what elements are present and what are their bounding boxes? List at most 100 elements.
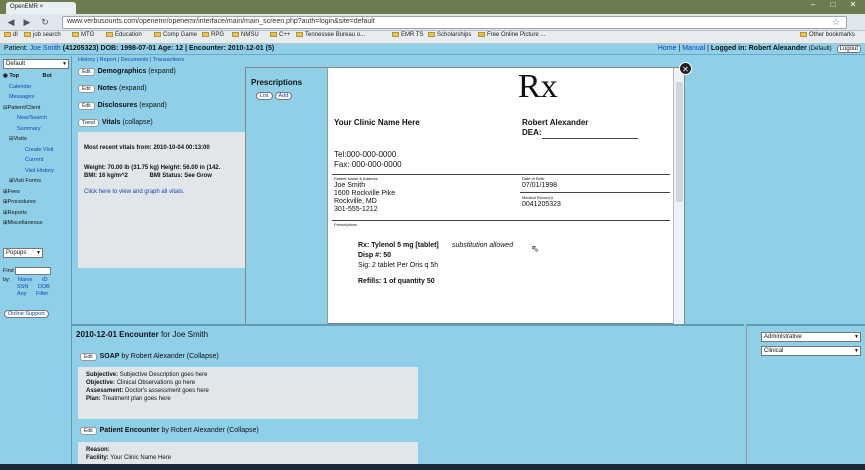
patient-address: Joe Smith 1600 Rockville Pike Rockville,… (334, 182, 396, 213)
patient-info: Patient: Joe Smith (41205323) DOB: 1998-… (4, 45, 275, 52)
find-filter[interactable]: Filter (36, 291, 48, 297)
sidebar-item-current[interactable]: Current (25, 157, 43, 163)
section-demographics: Edit Demographics (expand) (78, 68, 176, 76)
patient-name-link[interactable]: Joe Smith (30, 45, 61, 52)
expand-toggle[interactable]: (expand) (119, 85, 147, 92)
sidebar-item-fees[interactable]: Fees (8, 189, 20, 195)
left-sidebar: Default ▼ ◉ Top Bot Calendar Messages ⊟Pa… (0, 56, 72, 470)
bookmark-item[interactable]: Scholarships (428, 32, 471, 38)
find-by-dob[interactable]: DOB (38, 284, 50, 290)
browser-titlebar: OpenEMR × – □ ✕ (0, 0, 865, 14)
sidebar-item-miscellaneous[interactable]: Miscellaneous (8, 220, 43, 226)
logout-button[interactable]: Logout (836, 45, 861, 53)
soap-collapse-toggle[interactable]: by Robert Alexander (Collapse) (121, 353, 218, 360)
bookmark-item[interactable]: RPG (202, 32, 224, 38)
top-radio-label[interactable]: Top (9, 73, 19, 79)
prescription-document: Rx Your Clinic Name Here Robert Alexande… (328, 68, 674, 325)
dea-line (542, 138, 638, 139)
bookmark-item[interactable]: EMR TS (392, 32, 424, 38)
edit-button[interactable]: Edit (78, 68, 95, 76)
divider (332, 174, 670, 175)
edit-button[interactable]: Edit (78, 85, 95, 93)
other-bookmarks[interactable]: Other bookmarks (800, 32, 855, 38)
sidebar-item-visit-history[interactable]: Visit History (25, 168, 54, 174)
find-input[interactable] (15, 266, 52, 275)
edit-button[interactable]: Edit (78, 102, 95, 110)
bookmark-item[interactable]: Comp Game (154, 32, 197, 38)
mrn-value: 0041205323 (522, 201, 561, 208)
bookmark-item[interactable]: MTG (72, 32, 94, 38)
folder-icon (202, 32, 209, 37)
close-icon[interactable]: ✕ (679, 62, 692, 75)
clinic-fax: Fax: 000-000-0000 (334, 160, 402, 169)
bookmark-item[interactable]: Free Online Picture ... (478, 32, 545, 38)
sidebar-item-summary[interactable]: Summary (17, 126, 41, 132)
bookmark-item[interactable]: Education (106, 32, 142, 38)
bookmark-item[interactable]: Tennessee Bureau o... (296, 32, 365, 38)
reload-icon[interactable]: ↻ (38, 16, 52, 29)
expand-toggle[interactable]: (expand) (148, 68, 176, 75)
modal-scrollbar[interactable] (673, 68, 684, 325)
expand-toggle[interactable]: (expand) (139, 102, 167, 109)
bookmark-item[interactable]: NMSU (232, 32, 259, 38)
maximize-icon[interactable]: □ (823, 0, 843, 12)
folder-icon (296, 32, 303, 37)
browser-tab[interactable]: OpenEMR × (6, 2, 76, 14)
sidebar-item-messages[interactable]: Messages (9, 94, 34, 100)
popups-select[interactable]: Popups ▼ (3, 248, 43, 258)
list-button[interactable]: List (256, 92, 273, 100)
patient-details: (41205323) DOB: 1998-07-01 Age: 12 | Enc… (62, 45, 275, 52)
online-support-button[interactable]: Online Support (4, 310, 49, 318)
scroll-thumb[interactable] (676, 82, 683, 202)
section-vitals: Trend Vitals (collapse) (78, 119, 153, 127)
category-select-administrative[interactable]: Administrative ▼ (761, 332, 861, 342)
trend-button[interactable]: Trend (78, 119, 99, 127)
manual-link[interactable]: Manual (682, 45, 705, 52)
find-by-any[interactable]: Any (17, 291, 26, 297)
close-window-icon[interactable]: ✕ (843, 0, 863, 12)
pe-collapse-toggle[interactable]: by Robert Alexander (Collapse) (161, 427, 258, 434)
find-by-name[interactable]: Name (18, 277, 33, 283)
divider (520, 192, 670, 193)
category-select-clinical[interactable]: Clinical ▼ (761, 346, 861, 356)
vitals-recent: Most recent vitals from: 2010-10-04 00:1… (84, 145, 210, 151)
sidebar-item-new-search[interactable]: New/Search (17, 115, 47, 121)
back-icon[interactable]: ◀ (4, 16, 18, 29)
bookmark-item[interactable]: C++ (270, 32, 290, 38)
sidebar-item-visits[interactable]: Visits (14, 136, 27, 142)
section-disclosures: Edit Disclosures (expand) (78, 102, 167, 110)
layout-select[interactable]: Default ▼ (3, 59, 69, 69)
folder-icon (478, 32, 485, 37)
sidebar-item-create-visit[interactable]: Create Visit (25, 147, 53, 153)
sidebar-item-reports[interactable]: Reports (8, 210, 27, 216)
rx-disp: Disp #: 50 (358, 252, 392, 259)
patient-subnav[interactable]: History | Report | Documents | Transacti… (78, 57, 184, 63)
home-link[interactable]: Home (658, 45, 677, 52)
url-bar[interactable]: www.verbusounts.com/openemr/openemr/inte… (62, 16, 847, 29)
app-header: Patient: Joe Smith (41205323) DOB: 1998-… (0, 44, 865, 55)
add-button[interactable]: Add (274, 92, 293, 100)
sidebar-item-calendar[interactable]: Calendar (9, 84, 31, 90)
bot-radio-label[interactable]: Bot (43, 73, 52, 79)
find-panel: Find by: Name ID SSN DOB Any Filter (3, 266, 52, 297)
find-by-ssn[interactable]: SSN (17, 284, 28, 290)
bookmark-item[interactable]: job search (24, 32, 61, 38)
nav-tree: ◉ Top Bot Calendar Messages ⊟Patient/Cli… (3, 73, 54, 226)
edit-button[interactable]: Edit (80, 427, 97, 435)
edit-button[interactable]: Edit (80, 353, 97, 361)
sidebar-item-visit-forms[interactable]: Visit Forms (14, 178, 41, 184)
folder-icon (24, 32, 31, 37)
bookmark-item[interactable]: dl (4, 32, 18, 38)
minimize-icon[interactable]: – (803, 0, 823, 12)
collapse-toggle[interactable]: (collapse) (122, 119, 152, 126)
sidebar-item-procedures[interactable]: Procedures (8, 199, 36, 205)
dob-label: Date of Birth (522, 176, 545, 181)
soap-header: Edit SOAP by Robert Alexander (Collapse) (80, 353, 219, 361)
patient-encounter-header: Edit Patient Encounter by Robert Alexande… (80, 427, 259, 435)
vitals-graph-link[interactable]: Click here to view and graph all vitals. (84, 188, 242, 196)
bookmark-star-icon[interactable]: ☆ (832, 17, 840, 28)
sidebar-item-patient[interactable]: Patient/Client (8, 105, 41, 111)
find-by-id[interactable]: ID (42, 277, 48, 283)
forward-icon[interactable]: ▶ (20, 16, 34, 29)
site-text: (Default) (808, 46, 832, 52)
